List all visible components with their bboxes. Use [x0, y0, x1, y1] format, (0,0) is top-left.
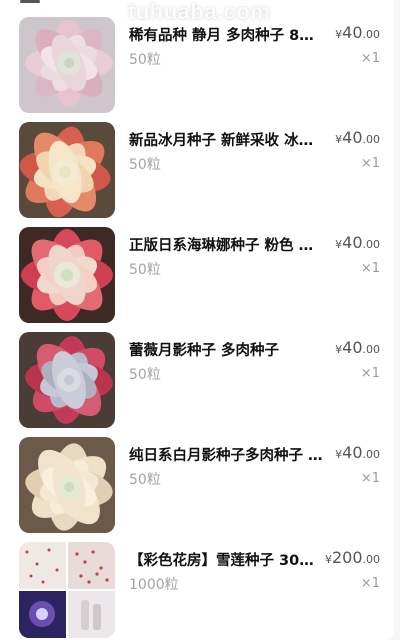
- product-title[interactable]: 正版日系海琳娜种子 粉色 贵…: [129, 234, 325, 255]
- product-spec: 50粒: [129, 52, 161, 68]
- product-price: ¥40.00: [335, 23, 380, 42]
- order-item[interactable]: 【彩色花房】雪莲种子 30… 1000粒 ¥200.00 ×1: [0, 542, 394, 640]
- product-thumbnail[interactable]: [19, 122, 115, 218]
- order-item[interactable]: 新品冰月种子 新鲜采收 冰莓… 50粒 ¥40.00 ×1: [0, 122, 394, 220]
- product-thumbnail[interactable]: [19, 437, 115, 533]
- product-title[interactable]: 蕾薇月影种子 多肉种子: [129, 339, 325, 360]
- product-count: ×1: [360, 576, 380, 591]
- product-price: ¥40.00: [335, 338, 380, 357]
- product-title[interactable]: 新品冰月种子 新鲜采收 冰莓…: [129, 129, 325, 150]
- product-price: ¥40.00: [335, 443, 380, 462]
- product-count: ×1: [360, 261, 380, 276]
- product-price: ¥40.00: [335, 128, 380, 147]
- product-title[interactable]: 纯日系白月影种子多肉种子 …: [129, 444, 325, 465]
- order-item[interactable]: 蕾薇月影种子 多肉种子 50粒 ¥40.00 ×1: [0, 332, 394, 430]
- product-thumbnail[interactable]: [19, 332, 115, 428]
- product-thumbnail[interactable]: [19, 227, 115, 323]
- order-item[interactable]: 稀有品种 静月 多肉种子 8… 50粒 ¥40.00 ×1: [0, 17, 394, 115]
- product-price: ¥40.00: [335, 233, 380, 252]
- order-item[interactable]: 纯日系白月影种子多肉种子 … 50粒 ¥40.00 ×1: [0, 437, 394, 535]
- watermark: tuhuaba.com: [128, 0, 271, 24]
- product-thumbnail[interactable]: [19, 542, 115, 638]
- product-title[interactable]: 【彩色花房】雪莲种子 30…: [129, 549, 325, 570]
- order-item[interactable]: 正版日系海琳娜种子 粉色 贵… 50粒 ¥40.00 ×1: [0, 227, 394, 325]
- product-spec: 50粒: [129, 367, 161, 383]
- product-price: ¥200.00: [324, 548, 380, 567]
- order-items-card: 稀有品种 静月 多肉种子 8… 50粒 ¥40.00 ×1 新品冰月种子 新鲜采…: [0, 0, 394, 640]
- product-thumbnail[interactable]: [19, 17, 115, 113]
- product-count: ×1: [360, 366, 380, 381]
- product-title[interactable]: 稀有品种 静月 多肉种子 8…: [129, 24, 325, 45]
- product-count: ×1: [360, 51, 380, 66]
- product-count: ×1: [360, 156, 380, 171]
- product-spec: 1000粒: [129, 577, 179, 593]
- product-spec: 50粒: [129, 157, 161, 173]
- product-spec: 50粒: [129, 472, 161, 488]
- product-spec: 50粒: [129, 262, 161, 278]
- header-divider: [20, 0, 40, 3]
- product-count: ×1: [360, 471, 380, 486]
